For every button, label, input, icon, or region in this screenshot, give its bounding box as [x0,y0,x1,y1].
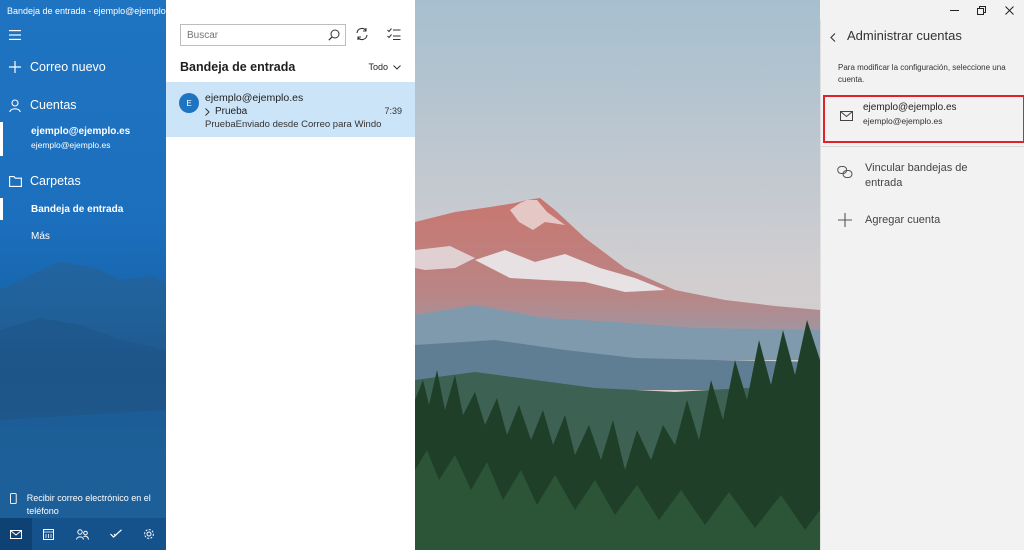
new-mail-button[interactable]: Correo nuevo [0,58,166,76]
account-email: ejemplo@ejemplo.es [31,140,111,150]
message-preview: PruebaEnviado desde Correo para Windows [205,119,381,130]
message-time: 7:39 [384,106,402,116]
account-entry-email: ejemplo@ejemplo.es [863,116,943,126]
folder-inbox[interactable]: Bandeja de entrada [31,204,123,215]
hamburger-menu-icon[interactable] [9,30,21,40]
folders-button[interactable]: Carpetas [0,172,166,190]
folders-label: Carpetas [30,174,81,188]
add-account-label: Agregar cuenta [865,214,941,226]
accounts-button[interactable]: Cuentas [0,96,166,114]
message-subject-text: Prueba [215,106,248,117]
back-arrow-icon[interactable] [830,31,836,45]
folder-more[interactable]: Más [31,231,50,242]
selection-mode-icon[interactable] [387,27,401,41]
message-subject: Prueba [205,106,247,117]
navigation-pane: Bandeja de entrada - ejemplo@ejemplo.es … [0,0,166,550]
window-caption-bar [820,0,1024,20]
person-icon [0,98,30,112]
reading-pane-wallpaper [415,0,820,550]
mail-icon[interactable] [0,518,32,550]
phone-icon [10,493,17,504]
restore-icon[interactable] [975,4,987,16]
plus-icon [838,213,852,227]
selected-folder-indicator [0,198,3,220]
accounts-label: Cuentas [30,98,77,112]
calendar-icon[interactable] [32,528,66,540]
chevron-right-icon[interactable] [205,107,210,116]
message-list-item[interactable]: E ejemplo@ejemplo.es Prueba 7:39 PruebaE… [166,82,415,137]
add-account-button[interactable]: Agregar cuenta [837,213,940,228]
sync-icon[interactable] [355,27,369,41]
settings-icon[interactable] [133,528,167,540]
flyout-description: Para modificar la configuración, selecci… [838,63,1006,84]
close-icon[interactable] [1003,4,1015,16]
new-mail-label: Correo nuevo [30,60,106,74]
search-icon[interactable] [323,29,345,41]
nav-background-mountain [0,262,166,550]
folder-icon [0,175,30,187]
todo-icon[interactable] [99,529,133,539]
account-entry-name: ejemplo@ejemplo.es [863,102,957,113]
app-switcher-bar [0,518,166,550]
link-inboxes-label: Vincular bandejas de entrada [865,162,968,189]
search-box[interactable] [180,24,346,46]
divider [821,146,1024,147]
chevron-down-icon [393,64,401,70]
phone-promo-text: Recibir correo electrónico en el teléfon… [26,493,151,516]
flyout-title: Administrar cuentas [847,28,962,43]
window-title: Bandeja de entrada - ejemplo@ejemplo.es [7,6,166,16]
mail-icon [840,110,853,124]
avatar: E [179,93,199,113]
phone-promo-link[interactable]: Recibir correo electrónico en el teléfon… [10,492,160,518]
filter-label: Todo [368,62,388,72]
account-entry[interactable]: ejemplo@ejemplo.es ejemplo@ejemplo.es [823,95,1024,143]
link-icon [837,166,853,178]
minimize-icon[interactable] [948,4,960,16]
message-sender: ejemplo@ejemplo.es [205,92,304,104]
search-input[interactable] [181,29,323,41]
filter-dropdown[interactable]: Todo [368,62,401,72]
link-inboxes-button[interactable]: Vincular bandejas de entrada [837,161,1017,191]
people-icon[interactable] [66,528,100,540]
selected-account-indicator [0,122,3,156]
inbox-heading: Bandeja de entrada [180,60,296,74]
message-list-pane: Bandeja de entrada Todo E ejemplo@ejempl… [166,0,415,550]
manage-accounts-flyout: Administrar cuentas Para modificar la co… [820,20,1024,550]
plus-icon [0,61,30,73]
account-name[interactable]: ejemplo@ejemplo.es [31,126,130,137]
